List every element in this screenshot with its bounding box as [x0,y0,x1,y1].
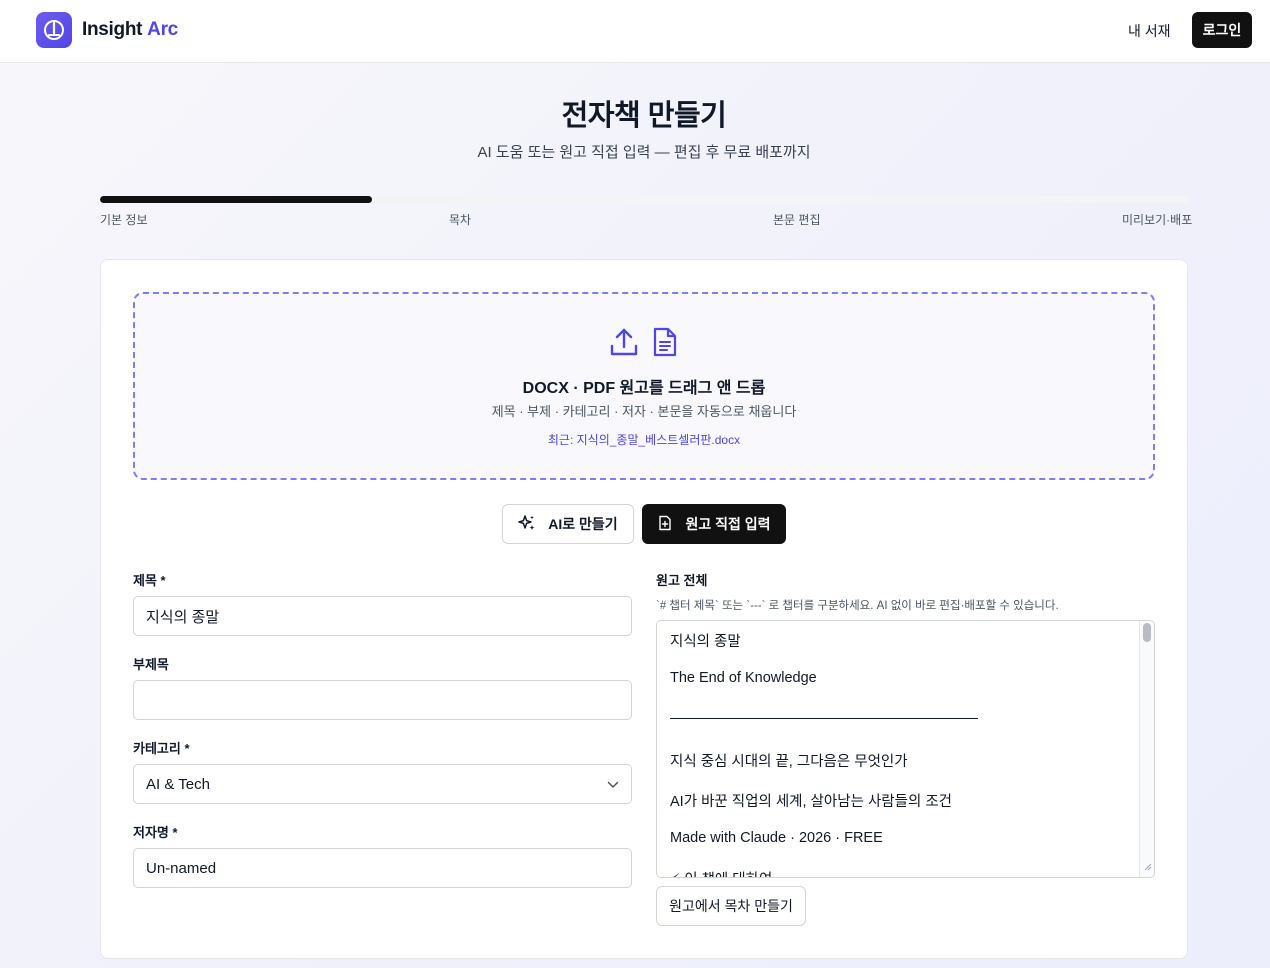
page-title: 전자책 만들기 [561,100,727,132]
author-input[interactable] [133,848,632,888]
progress-bar [100,196,1188,203]
logo-mark-icon [36,12,72,48]
manual-input-button[interactable]: 원고 직접 입력 [642,504,786,544]
step-table-of-contents: 목차 [449,213,472,227]
category-label: 카테고리 * [133,741,190,756]
file-plus-icon [657,515,673,534]
document-icon [651,326,679,363]
scrollbar-thumb[interactable] [1143,623,1151,642]
author-label: 저자명 * [133,825,178,840]
chevron-down-icon [607,776,619,793]
step-basic-info: 기본 정보 [100,213,148,227]
upload-dropzone[interactable]: DOCX · PDF 원고를 드래그 앤 드롭 제목 · 부제 · 카테고리 ·… [133,292,1155,480]
ai-create-label: AI로 만들기 [548,516,618,532]
progress-bar-fill [100,196,372,203]
manuscript-hint: `# 챕터 제목` 또는 `---` 로 챕터를 구분하세요. AI 없이 바로… [656,600,1059,612]
resize-handle-icon[interactable] [1142,858,1152,876]
manuscript-divider [670,718,978,719]
manual-input-label: 원고 직접 입력 [685,516,771,532]
generate-toc-button[interactable]: 원고에서 목차 만들기 [656,886,806,926]
manuscript-line: ⚡ 이 책에 대하여 [670,868,772,877]
brand-name: Insight Arc [82,19,178,41]
dropzone-description: 제목 · 부제 · 카테고리 · 저자 · 본문을 자동으로 채웁니다 [491,404,797,419]
step-preview-publish: 미리보기·배포 [1122,213,1193,227]
my-library-link[interactable]: 내 서재 [1114,18,1185,44]
top-navigation-bar: Insight Arc 내 서재 로그인 [0,0,1270,63]
manuscript-textarea[interactable]: 지식의 종말 The End of Knowledge 지식 중심 시대의 끝,… [656,620,1155,878]
dropzone-title: DOCX · PDF 원고를 드래그 앤 드롭 [522,380,766,397]
brand-logo[interactable]: Insight Arc [36,12,178,48]
brand-name-accent: Arc [147,19,178,40]
title-input[interactable] [133,596,632,636]
login-button[interactable]: 로그인 [1192,12,1252,48]
sparkle-icon [518,514,536,535]
step-body-editing: 본문 편집 [773,213,821,227]
recent-file[interactable]: 최근: 지식의_종말_베스트셀러판.docx [135,431,1153,448]
title-label: 제목 * [133,573,166,588]
subtitle-input[interactable] [133,680,632,720]
upload-icons [135,326,1153,363]
brand-name-primary: Insight [82,19,143,40]
manuscript-scrollbar[interactable] [1139,621,1154,877]
subtitle-label: 부제목 [133,657,169,672]
manuscript-line: The End of Knowledge [670,670,817,686]
manuscript-line: 지식 중심 시대의 끝, 그다음은 무엇인가 [670,754,908,770]
manuscript-line: 지식의 종말 [670,634,741,650]
manuscript-line: AI가 바꾼 직업의 세계, 살아남는 사람들의 조건 [670,794,953,810]
category-select[interactable]: AI & Tech [133,764,632,804]
manuscript-label: 원고 전체 [656,573,708,588]
category-selected-value: AI & Tech [146,775,210,793]
manuscript-line: Made with Claude · 2026 · FREE [670,830,883,846]
upload-icon [609,326,639,363]
page-subtitle: AI 도움 또는 원고 직접 입력 — 편집 후 무료 배포까지 [477,144,811,161]
ai-create-button[interactable]: AI로 만들기 [502,504,634,544]
